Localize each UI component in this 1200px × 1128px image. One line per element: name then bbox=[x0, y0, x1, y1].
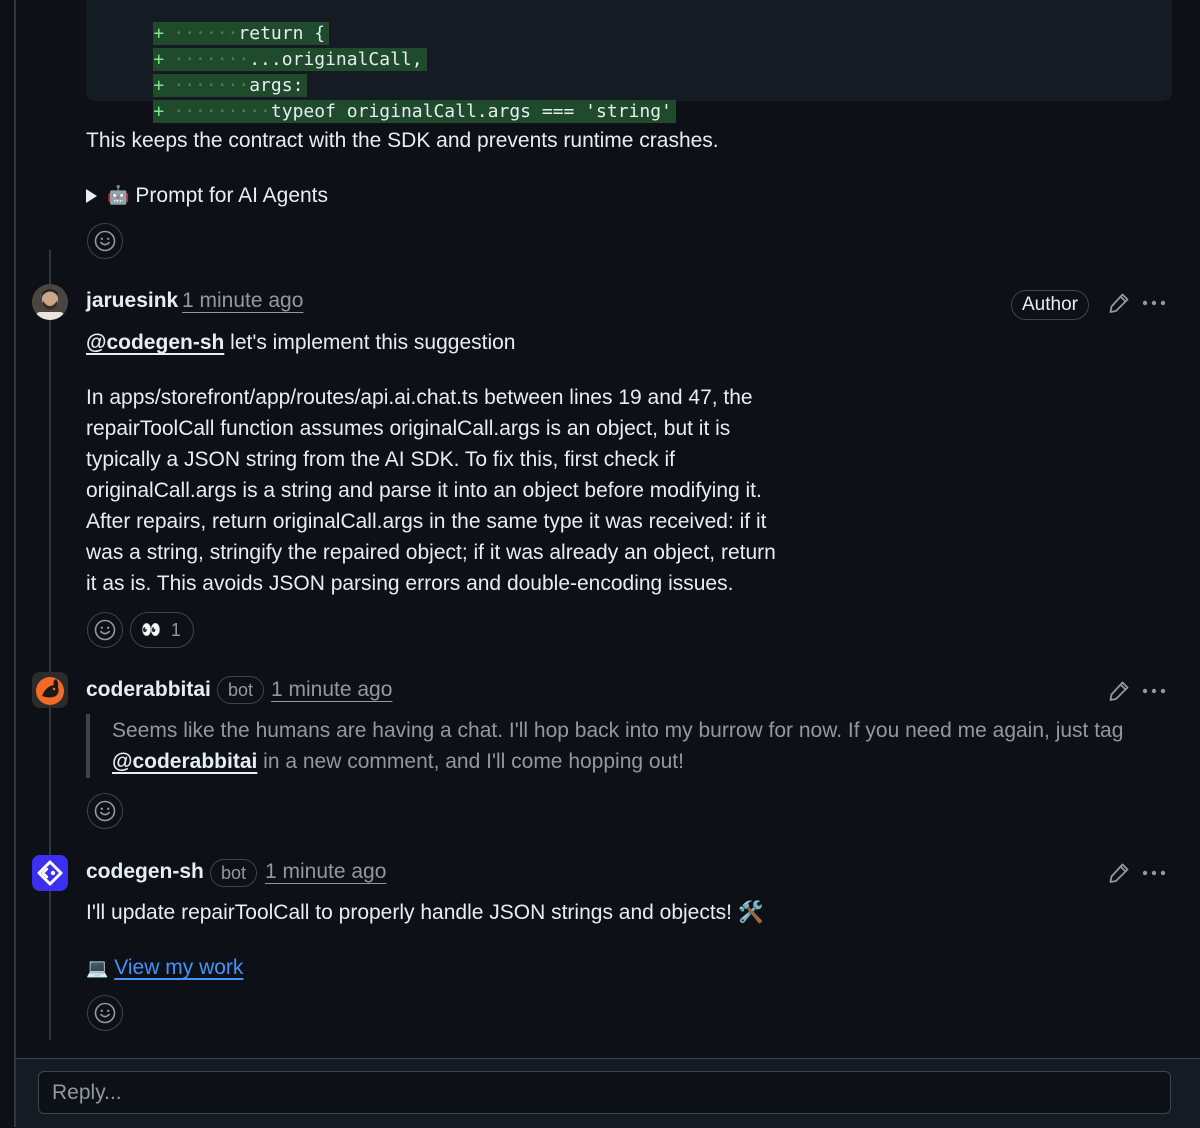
more-options-button[interactable] bbox=[1141, 290, 1167, 316]
pencil-icon bbox=[1109, 293, 1129, 313]
edit-button[interactable] bbox=[1106, 860, 1132, 886]
bot-badge: bot bbox=[217, 676, 265, 704]
robot-icon: 🤖 bbox=[107, 185, 130, 205]
edit-button[interactable] bbox=[1106, 678, 1132, 704]
add-reaction-button[interactable] bbox=[87, 612, 123, 648]
user-photo-icon bbox=[32, 284, 68, 320]
add-reaction-button[interactable] bbox=[87, 995, 123, 1031]
more-options-button[interactable] bbox=[1141, 860, 1167, 886]
comment-body-text: This keeps the contract with the SDK and… bbox=[86, 129, 719, 152]
add-reaction-button[interactable] bbox=[87, 793, 123, 829]
code-line: + ······return { bbox=[110, 0, 330, 45]
reply-input[interactable]: Reply... bbox=[38, 1071, 1171, 1114]
coderabbit-logo-icon bbox=[32, 672, 68, 708]
reaction-eyes-button[interactable]: 👀 1 bbox=[130, 612, 194, 648]
edit-button[interactable] bbox=[1106, 290, 1132, 316]
code-line: + ·······args: bbox=[110, 51, 308, 97]
code-line: + ·······...originalCall, bbox=[110, 25, 427, 71]
blockquote-text: Seems like the humans are having a chat.… bbox=[112, 719, 1124, 773]
comment-author[interactable]: codegen-sh bbox=[86, 858, 204, 886]
avatar[interactable] bbox=[32, 855, 68, 891]
triangle-right-icon bbox=[86, 188, 97, 203]
code-suggestion-block: + ······return { + ·······...originalCall,… bbox=[86, 0, 1172, 123]
comment-author[interactable]: coderabbitai bbox=[86, 676, 211, 704]
comment-timestamp[interactable]: 1 minute ago bbox=[265, 858, 386, 886]
pencil-icon bbox=[1109, 863, 1129, 883]
comment-body-text: I'll update repairToolCall to properly h… bbox=[86, 901, 764, 924]
details-summary[interactable]: 🤖 Prompt for AI Agents bbox=[86, 180, 328, 211]
author-badge: Author bbox=[1011, 290, 1089, 320]
more-options-button[interactable] bbox=[1141, 678, 1167, 704]
view-my-work-link[interactable]: View my work bbox=[114, 956, 243, 979]
kebab-icon bbox=[1142, 688, 1166, 694]
comment-timestamp[interactable]: 1 minute ago bbox=[271, 676, 392, 704]
codegen-logo-icon bbox=[32, 855, 68, 891]
view-work-link-row: 💻 View my work bbox=[86, 952, 243, 984]
code-line: + ·········typeof originalCall.args === '… bbox=[110, 77, 676, 123]
eyes-icon: 👀 bbox=[141, 622, 161, 639]
thread-line bbox=[49, 250, 51, 1040]
avatar[interactable] bbox=[32, 284, 68, 320]
comment-body-first-line: @codegen-sh let's implement this suggest… bbox=[86, 331, 516, 354]
details-summary-label: Prompt for AI Agents bbox=[135, 184, 329, 207]
avatar[interactable] bbox=[32, 672, 68, 708]
bot-badge: bot bbox=[210, 859, 258, 887]
smiley-icon bbox=[94, 1002, 116, 1024]
add-reaction-button[interactable] bbox=[87, 223, 123, 259]
reaction-count: 1 bbox=[170, 619, 181, 640]
user-mention[interactable]: @codegen-sh bbox=[86, 331, 224, 354]
laptop-icon: 💻 bbox=[86, 958, 109, 978]
kebab-icon bbox=[1142, 870, 1166, 876]
smiley-icon bbox=[94, 619, 116, 641]
pencil-icon bbox=[1109, 681, 1129, 701]
blockquote: Seems like the humans are having a chat.… bbox=[86, 714, 1170, 778]
smiley-icon bbox=[94, 230, 116, 252]
user-mention[interactable]: @coderabbitai bbox=[112, 750, 257, 773]
comment-author[interactable]: jaruesink bbox=[86, 287, 178, 315]
kebab-icon bbox=[1142, 300, 1166, 306]
smiley-icon bbox=[94, 800, 116, 822]
comment-timestamp[interactable]: 1 minute ago bbox=[182, 287, 303, 315]
comment-body-paragraph: In apps/storefront/app/routes/api.ai.cha… bbox=[86, 386, 776, 595]
